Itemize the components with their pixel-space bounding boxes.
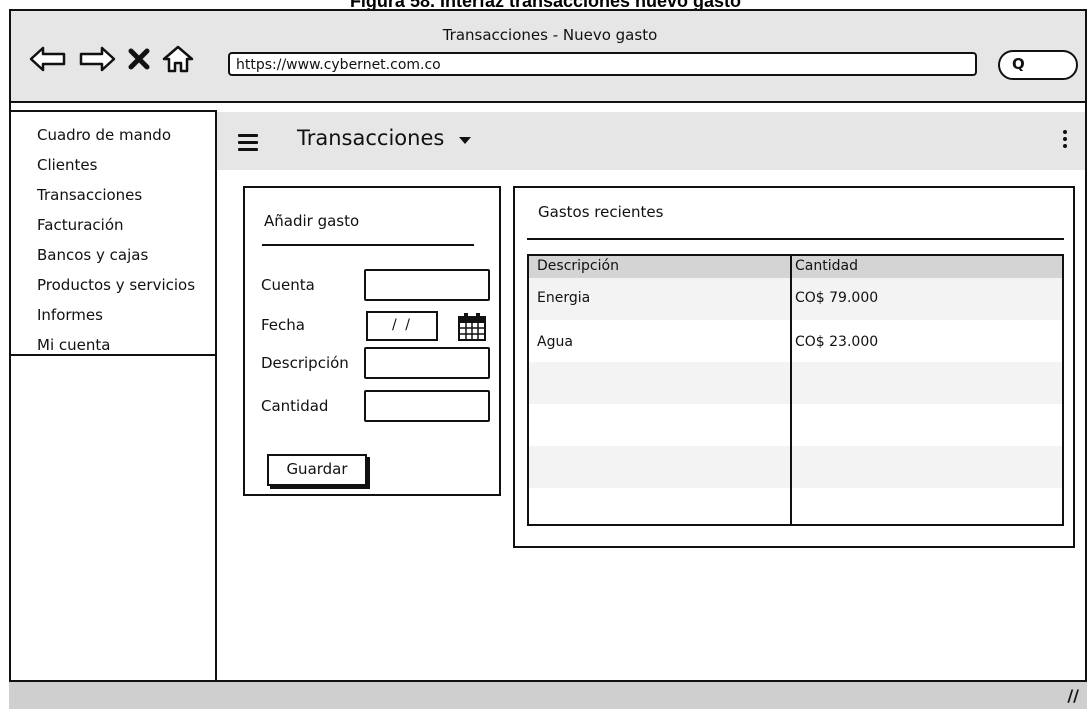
descripcion-label: Descripción bbox=[261, 354, 349, 372]
row-descripcion: Energia bbox=[537, 290, 591, 306]
sidebar-item-facturacion[interactable]: Facturación bbox=[37, 210, 215, 240]
row-cantidad: CO$ 79.000 bbox=[795, 290, 879, 306]
cantidad-input[interactable] bbox=[364, 390, 490, 422]
sidebar-divider bbox=[215, 356, 217, 680]
toolbar-title[interactable]: Transacciones bbox=[297, 126, 444, 150]
search-icon: Q bbox=[1012, 55, 1025, 73]
cuenta-input[interactable] bbox=[364, 269, 490, 301]
row-cantidad: CO$ 23.000 bbox=[795, 334, 879, 350]
chevron-down-icon[interactable] bbox=[459, 137, 471, 144]
browser-search[interactable]: Q bbox=[998, 50, 1078, 80]
back-arrow-icon[interactable] bbox=[28, 44, 68, 74]
table-row bbox=[529, 404, 1062, 446]
sidebar-item-informes[interactable]: Informes bbox=[37, 300, 215, 330]
recent-expenses-title: Gastos recientes bbox=[538, 203, 664, 221]
sidebar-item-bancos-y-cajas[interactable]: Bancos y cajas bbox=[37, 240, 215, 270]
fecha-input[interactable]: / / bbox=[366, 311, 438, 341]
cuenta-label: Cuenta bbox=[261, 276, 315, 294]
close-x-icon[interactable] bbox=[126, 44, 152, 74]
calendar-icon[interactable] bbox=[456, 311, 488, 347]
sidebar-item-transacciones[interactable]: Transacciones bbox=[37, 180, 215, 210]
row-descripcion: Agua bbox=[537, 334, 573, 350]
home-icon[interactable] bbox=[161, 44, 195, 74]
cantidad-label: Cantidad bbox=[261, 397, 329, 415]
save-button[interactable]: Guardar bbox=[267, 454, 367, 486]
sidebar-item-mi-cuenta[interactable]: Mi cuenta bbox=[37, 330, 215, 360]
table-row bbox=[529, 362, 1062, 404]
descripcion-input[interactable] bbox=[364, 347, 490, 379]
hamburger-icon[interactable] bbox=[238, 134, 258, 151]
column-header-descripcion: Descripción bbox=[537, 258, 619, 274]
resize-grip-icon[interactable]: // bbox=[1067, 686, 1079, 705]
sidebar-item-cuadro-de-mando[interactable]: Cuadro de mando bbox=[37, 120, 215, 150]
column-header-cantidad: Cantidad bbox=[795, 258, 858, 274]
sidebar-menu: Cuadro de mando Clientes Transacciones F… bbox=[9, 110, 217, 356]
column-divider bbox=[790, 256, 792, 524]
url-bar[interactable]: https://www.cybernet.com.co bbox=[228, 52, 977, 76]
form-divider bbox=[262, 244, 474, 246]
form-title: Añadir gasto bbox=[264, 212, 360, 230]
status-bar: // bbox=[9, 680, 1087, 709]
fecha-label: Fecha bbox=[261, 316, 305, 334]
table-row bbox=[529, 446, 1062, 488]
forward-arrow-icon[interactable] bbox=[77, 44, 117, 74]
recent-divider bbox=[527, 238, 1064, 240]
sidebar-item-productos-y-servicios[interactable]: Productos y servicios bbox=[37, 270, 215, 300]
table-row bbox=[529, 488, 1062, 524]
browser-nav bbox=[28, 40, 195, 78]
expenses-table: Descripción Cantidad Energia CO$ 79.000 … bbox=[527, 254, 1064, 526]
sidebar-item-clientes[interactable]: Clientes bbox=[37, 150, 215, 180]
kebab-icon[interactable] bbox=[1063, 130, 1067, 150]
